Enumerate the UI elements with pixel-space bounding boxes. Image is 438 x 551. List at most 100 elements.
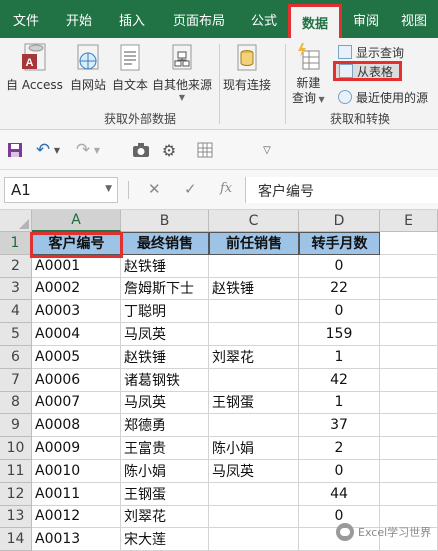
tab-review[interactable]: 审阅	[342, 0, 390, 38]
table-header-cell[interactable]: 前任销售	[209, 232, 299, 255]
table-cell[interactable]: 42	[299, 368, 380, 392]
select-all-corner[interactable]	[0, 210, 32, 232]
table-cell[interactable]: A0007	[32, 391, 121, 415]
table-cell[interactable]: A0012	[32, 505, 121, 529]
table-cell[interactable]: 1	[299, 391, 380, 415]
table-cell[interactable]: 郑德勇	[121, 414, 209, 438]
row-header[interactable]: 10	[0, 437, 32, 460]
undo-icon[interactable]: ↶	[34, 140, 52, 160]
tab-file[interactable]: 文件	[0, 0, 52, 38]
row-header[interactable]: 6	[0, 346, 32, 369]
table-cell[interactable]: 刘翠花	[121, 505, 209, 529]
from-text-button[interactable]: 自文本	[112, 42, 148, 93]
table-cell[interactable]	[380, 277, 438, 301]
table-header-cell[interactable]: 转手月数	[299, 232, 380, 255]
tab-insert[interactable]: 插入	[106, 0, 158, 38]
row-header[interactable]: 4	[0, 300, 32, 324]
settings-icon[interactable]: ⚙	[160, 141, 178, 160]
table-cell[interactable]	[380, 482, 438, 506]
camera-icon[interactable]	[132, 141, 150, 159]
table-cell[interactable]	[380, 368, 438, 392]
table-cell[interactable]: 37	[299, 414, 380, 438]
table-icon[interactable]	[196, 141, 214, 159]
table-cell[interactable]: A0003	[32, 300, 121, 324]
column-header-e[interactable]: E	[380, 210, 438, 232]
table-cell[interactable]: 诸葛钢铁	[121, 368, 209, 392]
table-cell[interactable]: A0013	[32, 528, 121, 551]
redo-icon[interactable]: ↷	[74, 140, 92, 160]
table-cell[interactable]	[209, 300, 299, 324]
table-cell[interactable]	[380, 460, 438, 483]
table-cell[interactable]: 赵铁锤	[121, 346, 209, 369]
table-cell[interactable]: 王富贵	[121, 437, 209, 460]
table-cell[interactable]: 马凤英	[121, 391, 209, 415]
table-cell[interactable]: 0	[299, 460, 380, 483]
row-header[interactable]: 14	[0, 528, 32, 551]
table-cell[interactable]: 陈小娟	[121, 460, 209, 483]
from-table-button[interactable]: 从表格	[333, 61, 402, 81]
from-web-button[interactable]: 自网站	[70, 42, 106, 93]
new-query-button[interactable]: 新建 查询 ▼	[292, 42, 325, 108]
table-cell[interactable]	[380, 323, 438, 346]
table-cell[interactable]: A0008	[32, 414, 121, 438]
row-header[interactable]: 9	[0, 414, 32, 438]
table-cell[interactable]	[380, 254, 438, 278]
table-cell[interactable]: 詹姆斯下士	[121, 277, 209, 301]
row-header[interactable]: 12	[0, 482, 32, 506]
tab-view[interactable]: 视图	[390, 0, 438, 38]
table-cell[interactable]: A0011	[32, 482, 121, 506]
table-cell[interactable]	[209, 414, 299, 438]
table-cell[interactable]	[380, 414, 438, 438]
column-header-b[interactable]: B	[121, 210, 209, 232]
table-cell[interactable]: 22	[299, 277, 380, 301]
row-header[interactable]: 13	[0, 505, 32, 529]
tab-formulas[interactable]: 公式	[240, 0, 288, 38]
table-cell[interactable]: 宋大莲	[121, 528, 209, 551]
table-cell[interactable]	[209, 323, 299, 346]
row-header[interactable]: 8	[0, 391, 32, 415]
table-cell[interactable]: 马凤英	[121, 323, 209, 346]
table-header-cell[interactable]: 最终销售	[121, 232, 209, 255]
table-cell[interactable]	[380, 437, 438, 460]
table-cell[interactable]: 1	[299, 346, 380, 369]
table-cell[interactable]	[209, 505, 299, 529]
undo-dropdown-icon[interactable]: ▼	[52, 141, 62, 159]
row-header[interactable]: 3	[0, 277, 32, 301]
table-cell[interactable]: 王钢蛋	[209, 391, 299, 415]
formula-input[interactable]: 客户编号	[245, 177, 438, 203]
table-cell[interactable]: 44	[299, 482, 380, 506]
table-cell[interactable]: 丁聪明	[121, 300, 209, 324]
row-header[interactable]: 7	[0, 368, 32, 392]
recent-sources-button[interactable]: 最近使用的源	[338, 87, 428, 107]
existing-connections-button[interactable]: 现有连接	[223, 42, 271, 93]
table-cell[interactable]	[380, 346, 438, 369]
tab-page-layout[interactable]: 页面布局	[158, 0, 240, 38]
table-cell[interactable]: 陈小娟	[209, 437, 299, 460]
save-icon[interactable]	[6, 141, 24, 159]
customize-toolbar-icon[interactable]: ▽	[258, 141, 276, 159]
row-header[interactable]: 5	[0, 323, 32, 346]
confirm-icon[interactable]: ✓	[184, 180, 197, 198]
from-access-button[interactable]: A 自 Access	[6, 42, 63, 93]
cancel-icon[interactable]: ✕	[148, 180, 161, 198]
table-cell[interactable]: 赵铁锤	[209, 277, 299, 301]
table-cell[interactable]	[209, 482, 299, 506]
table-cell[interactable]	[380, 300, 438, 324]
show-queries-button[interactable]: 显示查询	[338, 42, 404, 62]
row-header[interactable]: 2	[0, 254, 32, 278]
table-cell[interactable]: A0010	[32, 460, 121, 483]
column-header-a[interactable]: A	[32, 210, 121, 232]
table-cell[interactable]: 赵铁锤	[121, 254, 209, 278]
table-cell[interactable]: 刘翠花	[209, 346, 299, 369]
table-cell[interactable]	[209, 528, 299, 551]
table-cell[interactable]: 王钢蛋	[121, 482, 209, 506]
tab-data[interactable]: 数据	[288, 4, 342, 38]
redo-dropdown-icon[interactable]: ▼	[92, 141, 102, 159]
tab-home[interactable]: 开始	[52, 0, 106, 38]
name-box[interactable]: A1 ▼	[4, 177, 118, 203]
table-cell[interactable]: 马凤英	[209, 460, 299, 483]
table-cell[interactable]	[209, 368, 299, 392]
table-cell[interactable]: 0	[299, 254, 380, 278]
chevron-down-icon[interactable]: ▼	[105, 184, 112, 194]
table-cell[interactable]: A0001	[32, 254, 121, 278]
